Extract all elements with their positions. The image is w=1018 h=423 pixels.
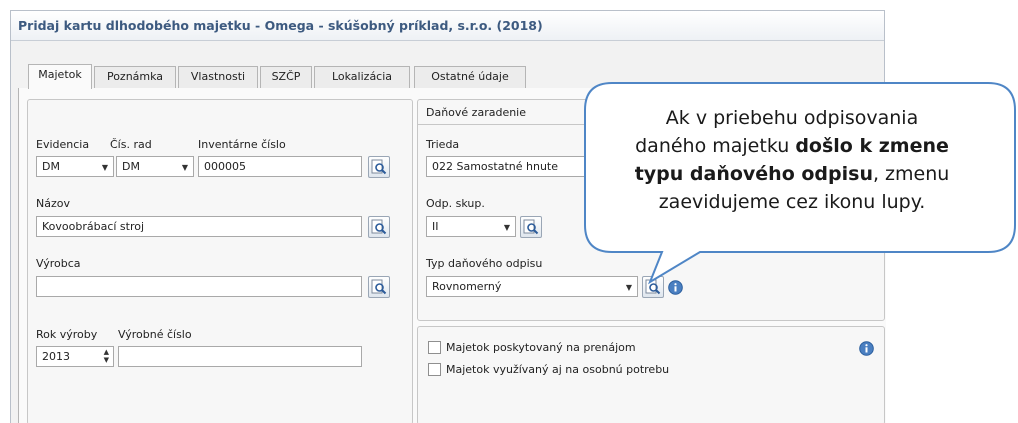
callout-line-2-text: daného majetku <box>635 135 796 157</box>
callout-line-1: Ak v priebehu odpisovania <box>665 107 919 129</box>
callout-line-4: zaevidujeme cez ikonu lupy. <box>658 191 926 213</box>
callout-line-3-text: , zmenu <box>872 163 950 185</box>
callout-line-3-bold: typu daňového odpisu <box>634 163 873 185</box>
callout-line-2-bold: došlo k zmene <box>795 135 949 157</box>
callout-text: Ak v priebehu odpisovania daného majetku… <box>592 104 992 216</box>
callout-line-3: typu daňového odpisu, zmenu <box>592 160 992 188</box>
tab-majetok[interactable]: Majetok <box>28 64 92 89</box>
callout-line-2: daného majetku došlo k zmene <box>592 132 992 160</box>
